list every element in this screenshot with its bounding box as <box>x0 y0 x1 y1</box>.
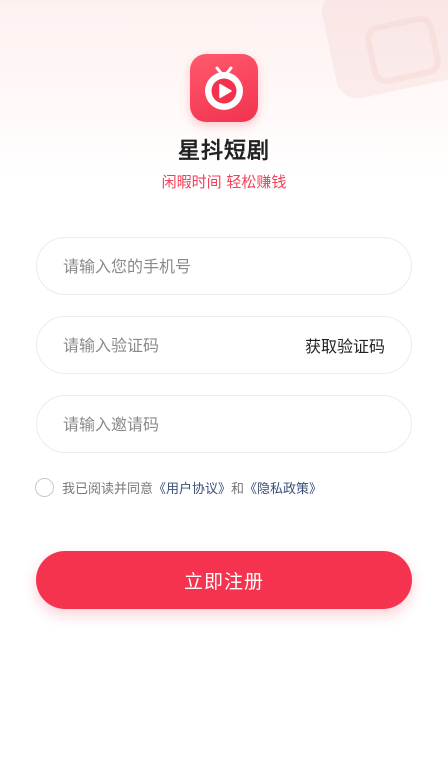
app-logo <box>190 54 258 122</box>
get-code-button[interactable]: 获取验证码 <box>305 333 385 357</box>
app-name: 星抖短剧 <box>177 139 270 164</box>
privacy-policy-link[interactable]: 《隐私政策》 <box>244 478 322 497</box>
invite-code-input[interactable] <box>63 414 385 434</box>
register-page: 星抖短剧 闲暇时间 轻松赚钱 获取验证码 我已阅读并同意 《用户协议》 和 《隐… <box>0 0 448 758</box>
phone-field[interactable] <box>36 237 412 295</box>
register-button[interactable]: 立即注册 <box>36 551 412 609</box>
agreement-prefix: 我已阅读并同意 <box>62 482 154 497</box>
app-slogan: 闲暇时间 轻松赚钱 <box>161 173 287 191</box>
invite-field[interactable] <box>36 395 412 453</box>
verification-code-input[interactable] <box>63 335 305 355</box>
agreement-and: 和 <box>231 482 245 497</box>
agreement-row: 我已阅读并同意 《用户协议》 和 《隐私政策》 <box>35 478 322 497</box>
code-field[interactable]: 获取验证码 <box>36 316 412 374</box>
user-agreement-link[interactable]: 《用户协议》 <box>153 478 231 497</box>
agree-checkbox[interactable] <box>35 478 54 497</box>
tv-play-icon <box>205 66 243 110</box>
phone-input[interactable] <box>63 256 385 276</box>
